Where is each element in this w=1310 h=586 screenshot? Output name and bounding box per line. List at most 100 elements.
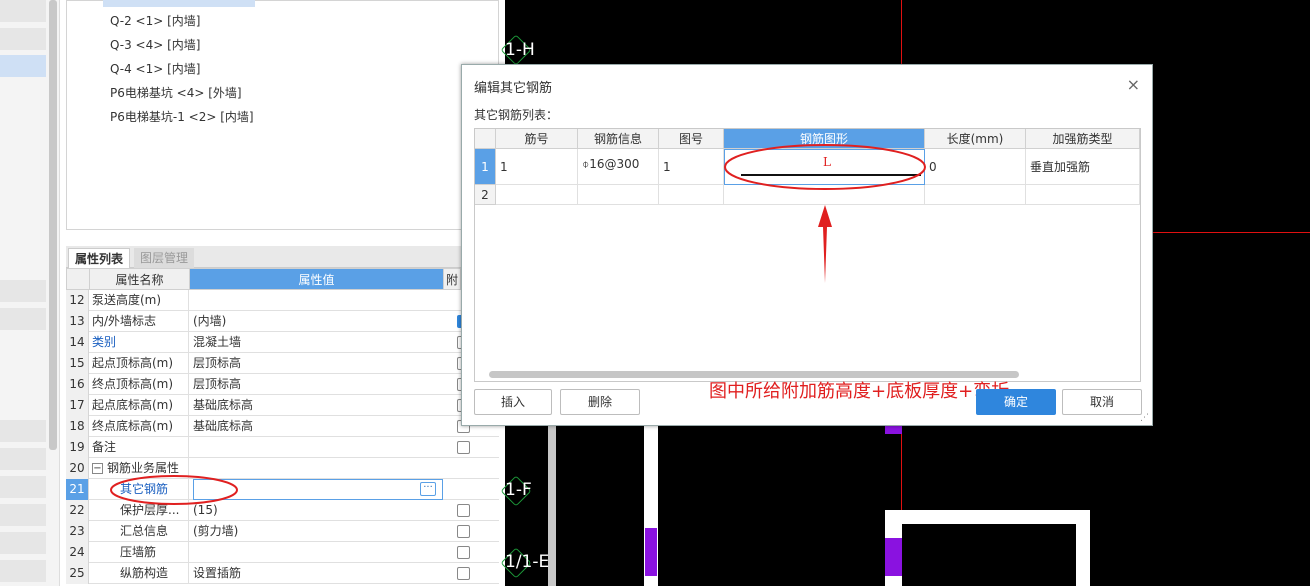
cell-figure-no[interactable]: [659, 185, 724, 205]
cad-wall-highlight: [885, 538, 902, 576]
collapse-toggle-icon[interactable]: −: [92, 463, 103, 474]
property-value[interactable]: 基础底标高: [193, 395, 443, 416]
property-checkbox[interactable]: [457, 525, 470, 538]
grid-corner: [66, 268, 90, 290]
cursor-crosshair-horizontal: [1153, 232, 1310, 233]
axis-label: 1/1-E: [505, 552, 550, 572]
cell-type[interactable]: 垂直加强筋: [1026, 149, 1140, 185]
close-icon[interactable]: ×: [1127, 75, 1140, 94]
grid-row[interactable]: 24 压墙筋: [66, 542, 499, 563]
strip-item[interactable]: [0, 448, 46, 470]
col-bar-info: 钢筋信息: [578, 129, 659, 149]
tree-item-selected[interactable]: [103, 0, 255, 7]
row-number: 23: [66, 521, 89, 542]
property-value[interactable]: 设置插筋: [193, 563, 443, 584]
strip-item[interactable]: [0, 420, 46, 442]
insert-button[interactable]: 插入: [474, 389, 552, 415]
row-number: 18: [66, 416, 89, 437]
annotation-overlay: [724, 144, 926, 283]
axis-label: 1-H: [505, 40, 535, 60]
property-value[interactable]: 层顶标高: [193, 353, 443, 374]
grid-row[interactable]: 18 终点底标高(m) 基础底标高: [66, 416, 499, 437]
property-value[interactable]: [193, 542, 443, 563]
ellipsis-button[interactable]: ···: [420, 482, 436, 496]
grid-row[interactable]: 17 起点底标高(m) 基础底标高: [66, 395, 499, 416]
cad-wall: [885, 510, 1083, 524]
strip-item[interactable]: [0, 308, 46, 330]
strip-item[interactable]: [0, 476, 46, 498]
grid-row[interactable]: 25 纵筋构造 设置插筋: [66, 563, 499, 584]
delete-button[interactable]: 删除: [560, 389, 640, 415]
cell-type[interactable]: [1026, 185, 1140, 205]
property-checkbox[interactable]: [457, 504, 470, 517]
cell-bar-no[interactable]: [496, 185, 578, 205]
row-number: 12: [66, 290, 89, 311]
property-checkbox[interactable]: [457, 441, 470, 454]
rebar-table: 筋号 钢筋信息 图号 钢筋图形 长度(mm) 加强筋类型 1 1 ⌽16@300…: [474, 128, 1141, 402]
row-number[interactable]: 1: [475, 149, 496, 185]
row-number: 16: [66, 374, 89, 395]
left-scrollbar[interactable]: [49, 0, 57, 450]
strip-item[interactable]: [0, 532, 46, 554]
property-grid: 属性名称 属性值 附 12 泵送高度(m) 13 内/外墙标志 (内墙) 14 类别 混凝土墙…: [66, 268, 499, 586]
row-number: 20: [66, 458, 89, 479]
property-checkbox[interactable]: [457, 567, 470, 580]
row-number: 22: [66, 500, 89, 521]
strip-item[interactable]: [0, 0, 46, 22]
table-horizontal-scrollbar[interactable]: [489, 371, 1019, 378]
resize-grip-icon[interactable]: ⋰: [1140, 413, 1149, 423]
dialog-title: 编辑其它钢筋: [474, 81, 553, 96]
left-toolbar-strip: [0, 0, 60, 586]
property-value[interactable]: 基础底标高: [193, 416, 443, 437]
strip-item[interactable]: [0, 504, 46, 526]
grid-row[interactable]: 13 内/外墙标志 (内墙): [66, 311, 499, 332]
cancel-button[interactable]: 取消: [1062, 389, 1142, 415]
row-number: 21: [66, 479, 89, 500]
grid-row[interactable]: 23 汇总信息 (剪力墙): [66, 521, 499, 542]
grid-row[interactable]: 19 备注: [66, 437, 499, 458]
property-value[interactable]: (剪力墙): [193, 521, 443, 542]
tree-item[interactable]: P6电梯基坑 <4> [外墙]: [110, 84, 242, 102]
ok-button[interactable]: 确定: [976, 389, 1056, 415]
property-value[interactable]: 层顶标高: [193, 374, 443, 395]
tree-item[interactable]: P6电梯基坑-1 <2> [内墙]: [110, 108, 254, 126]
tab-layers[interactable]: 图层管理: [134, 248, 195, 268]
property-name: 汇总信息: [92, 521, 189, 542]
tree-item[interactable]: Q-4 <1> [内墙]: [110, 60, 200, 78]
strip-item[interactable]: [0, 28, 46, 50]
grid-row[interactable]: 12 泵送高度(m): [66, 290, 499, 311]
property-value[interactable]: [193, 290, 443, 311]
property-name: 起点顶标高(m): [92, 353, 189, 374]
property-value[interactable]: [193, 437, 443, 458]
tree-item[interactable]: Q-2 <1> [内墙]: [110, 12, 200, 30]
grid-header-extra: 附: [443, 268, 461, 290]
grid-header-value: 属性值: [189, 268, 444, 290]
property-value[interactable]: 混凝土墙: [193, 332, 443, 353]
cell-figure-no[interactable]: 1: [659, 149, 724, 185]
strip-item[interactable]: [0, 280, 46, 302]
cell-bar-info[interactable]: [578, 185, 659, 205]
tree-item[interactable]: Q-3 <4> [内墙]: [110, 36, 200, 54]
row-number[interactable]: 2: [475, 185, 496, 205]
tab-properties[interactable]: 属性列表: [68, 248, 131, 268]
property-name: 终点底标高(m): [92, 416, 189, 437]
edit-other-rebar-dialog: 编辑其它钢筋 × 其它钢筋列表： 筋号 钢筋信息 图号 钢筋图形 长度(mm) …: [461, 64, 1153, 426]
grid-row[interactable]: 16 终点顶标高(m) 层顶标高: [66, 374, 499, 395]
property-checkbox[interactable]: [457, 546, 470, 559]
grid-row[interactable]: 15 起点顶标高(m) 层顶标高: [66, 353, 499, 374]
row-number: 19: [66, 437, 89, 458]
property-name: 压墙筋: [92, 542, 189, 563]
grid-row[interactable]: 14 类别 混凝土墙: [66, 332, 499, 353]
cell-bar-no[interactable]: 1: [496, 149, 578, 185]
row-number: 15: [66, 353, 89, 374]
axis-label: 1-F: [505, 480, 532, 500]
strip-item[interactable]: [0, 560, 46, 582]
cell-bar-info[interactable]: ⌽16@300: [578, 149, 659, 185]
annotation-ellipse-row21: [110, 475, 238, 505]
annotation-arrow-icon: [818, 205, 832, 283]
property-value[interactable]: (内墙): [193, 311, 443, 332]
annotation-text: 图中所给附加筋高度+底板厚度+弯折: [709, 381, 1010, 402]
property-name: 内/外墙标志: [92, 311, 189, 332]
property-name: 起点底标高(m): [92, 395, 189, 416]
strip-item-selected[interactable]: [0, 55, 46, 77]
